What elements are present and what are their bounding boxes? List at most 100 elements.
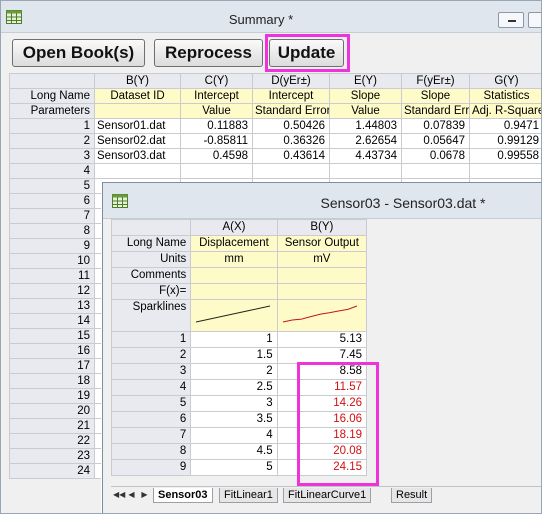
update-button[interactable]: Update [269, 39, 344, 67]
row-number[interactable]: 20 [9, 403, 95, 419]
data-cell[interactable]: 4.5 [190, 443, 278, 460]
column-header[interactable]: C(Y) [180, 73, 253, 89]
corner-cell[interactable] [9, 73, 95, 89]
row-number[interactable]: 7 [9, 208, 95, 224]
long-name-cell[interactable]: Intercept [252, 88, 330, 104]
row-number[interactable]: 8 [9, 223, 95, 239]
data-cell[interactable]: 16.06 [276, 411, 368, 428]
column-header[interactable]: E(Y) [329, 73, 402, 89]
data-cell[interactable]: 11.57 [276, 379, 368, 396]
sensor03-titlebar[interactable]: Sensor03 - Sensor03.dat * [103, 183, 541, 219]
summary-titlebar[interactable]: Summary * [1, 1, 541, 33]
row-number[interactable]: 3 [110, 363, 192, 380]
tab-fitlinearcurve1[interactable]: FitLinearCurve1 [283, 488, 372, 503]
data-cell[interactable]: 0.4598 [180, 148, 253, 164]
row-label[interactable]: Units [110, 251, 192, 268]
data-cell[interactable]: -0.85811 [180, 133, 253, 149]
row-number[interactable]: 2 [9, 133, 95, 149]
parameters-cell[interactable]: Standard Error [252, 103, 330, 119]
row-number[interactable]: 16 [9, 343, 95, 359]
meta-cell[interactable] [276, 283, 368, 300]
row-number[interactable]: 22 [9, 433, 95, 449]
long-name-cell[interactable]: Statistics [469, 88, 541, 104]
parameters-cell[interactable]: Value [329, 103, 402, 119]
data-cell[interactable]: 0.99558 [469, 148, 541, 164]
row-label[interactable]: Parameters [9, 103, 95, 119]
data-cell[interactable]: 8.58 [276, 363, 368, 380]
row-number[interactable]: 2 [110, 347, 192, 364]
data-cell[interactable]: 1.5 [190, 347, 278, 364]
minimize-button[interactable] [498, 12, 524, 28]
restore-button[interactable] [528, 12, 541, 28]
data-cell[interactable]: 0.99129 [469, 133, 541, 149]
data-cell[interactable]: Sensor02.dat [94, 133, 181, 149]
column-header[interactable]: A(X) [190, 219, 278, 236]
data-cell[interactable]: 7.45 [276, 347, 368, 364]
empty-cell[interactable] [469, 163, 541, 179]
empty-cell[interactable] [252, 163, 330, 179]
data-cell[interactable]: 5 [190, 459, 278, 476]
tab-result[interactable]: Result [391, 488, 433, 503]
row-number[interactable]: 4 [9, 163, 95, 179]
row-number[interactable]: 24 [9, 463, 95, 479]
data-cell[interactable]: 0.0678 [401, 148, 470, 164]
data-cell[interactable]: 0.36326 [252, 133, 330, 149]
row-number[interactable]: 10 [9, 253, 95, 269]
data-cell[interactable]: 1 [190, 331, 278, 348]
data-cell[interactable]: 4.43734 [329, 148, 402, 164]
column-header[interactable]: G(Y) [469, 73, 541, 89]
row-number[interactable]: 1 [9, 118, 95, 134]
row-number[interactable]: 13 [9, 298, 95, 314]
data-cell[interactable]: 2.62654 [329, 133, 402, 149]
data-cell[interactable]: 5.13 [276, 331, 368, 348]
corner-cell[interactable] [110, 219, 192, 236]
row-label[interactable]: Sparklines [110, 299, 192, 332]
data-cell[interactable]: 0.9471 [469, 118, 541, 134]
long-name-cell[interactable]: Slope [329, 88, 402, 104]
data-cell[interactable]: 1.44803 [329, 118, 402, 134]
column-header[interactable]: F(yEr±) [401, 73, 470, 89]
data-cell[interactable]: 18.19 [276, 427, 368, 444]
row-number[interactable]: 8 [110, 443, 192, 460]
parameters-cell[interactable]: Standard Error [401, 103, 470, 119]
row-number[interactable]: 1 [110, 331, 192, 348]
data-cell[interactable]: 0.50426 [252, 118, 330, 134]
row-number[interactable]: 4 [110, 379, 192, 396]
data-cell[interactable]: 14.26 [276, 395, 368, 412]
sparkline-cell[interactable] [276, 299, 368, 332]
data-cell[interactable]: 0.11883 [180, 118, 253, 134]
sparkline-cell[interactable] [190, 299, 278, 332]
data-cell[interactable]: 0.05647 [401, 133, 470, 149]
row-number[interactable]: 7 [110, 427, 192, 444]
row-number[interactable]: 3 [9, 148, 95, 164]
data-cell[interactable]: 3.5 [190, 411, 278, 428]
empty-cell[interactable] [401, 163, 470, 179]
column-header[interactable]: D(yEr±) [252, 73, 330, 89]
row-number[interactable]: 6 [110, 411, 192, 428]
row-number[interactable]: 5 [110, 395, 192, 412]
meta-cell[interactable] [276, 267, 368, 284]
meta-cell[interactable] [190, 283, 278, 300]
row-label[interactable]: Long Name [110, 235, 192, 252]
tab-sensor03[interactable]: Sensor03 [153, 488, 213, 503]
parameters-cell[interactable]: Adj. R-Square [469, 103, 541, 119]
long-name-cell[interactable]: Slope [401, 88, 470, 104]
data-cell[interactable]: 0.07839 [401, 118, 470, 134]
long-name-cell[interactable]: Dataset ID [94, 88, 181, 104]
next-sheet-icon[interactable]: ▶ [139, 489, 150, 501]
first-sheet-icon[interactable]: ◀◀ [113, 489, 125, 501]
meta-cell[interactable]: Sensor Output [276, 235, 368, 252]
row-label[interactable]: F(x)= [110, 283, 192, 300]
sensor03-worksheet[interactable]: A(X) B(Y) Long Name Displacement Sensor Outp… [110, 219, 368, 476]
data-cell[interactable]: 2 [190, 363, 278, 380]
parameters-cell[interactable]: Value [180, 103, 253, 119]
meta-cell[interactable] [190, 267, 278, 284]
empty-cell[interactable] [94, 163, 181, 179]
row-number[interactable]: 5 [9, 178, 95, 194]
empty-cell[interactable] [329, 163, 402, 179]
row-number[interactable]: 23 [9, 448, 95, 464]
empty-cell[interactable] [180, 163, 253, 179]
row-number[interactable]: 18 [9, 373, 95, 389]
data-cell[interactable]: 3 [190, 395, 278, 412]
row-number[interactable]: 17 [9, 358, 95, 374]
